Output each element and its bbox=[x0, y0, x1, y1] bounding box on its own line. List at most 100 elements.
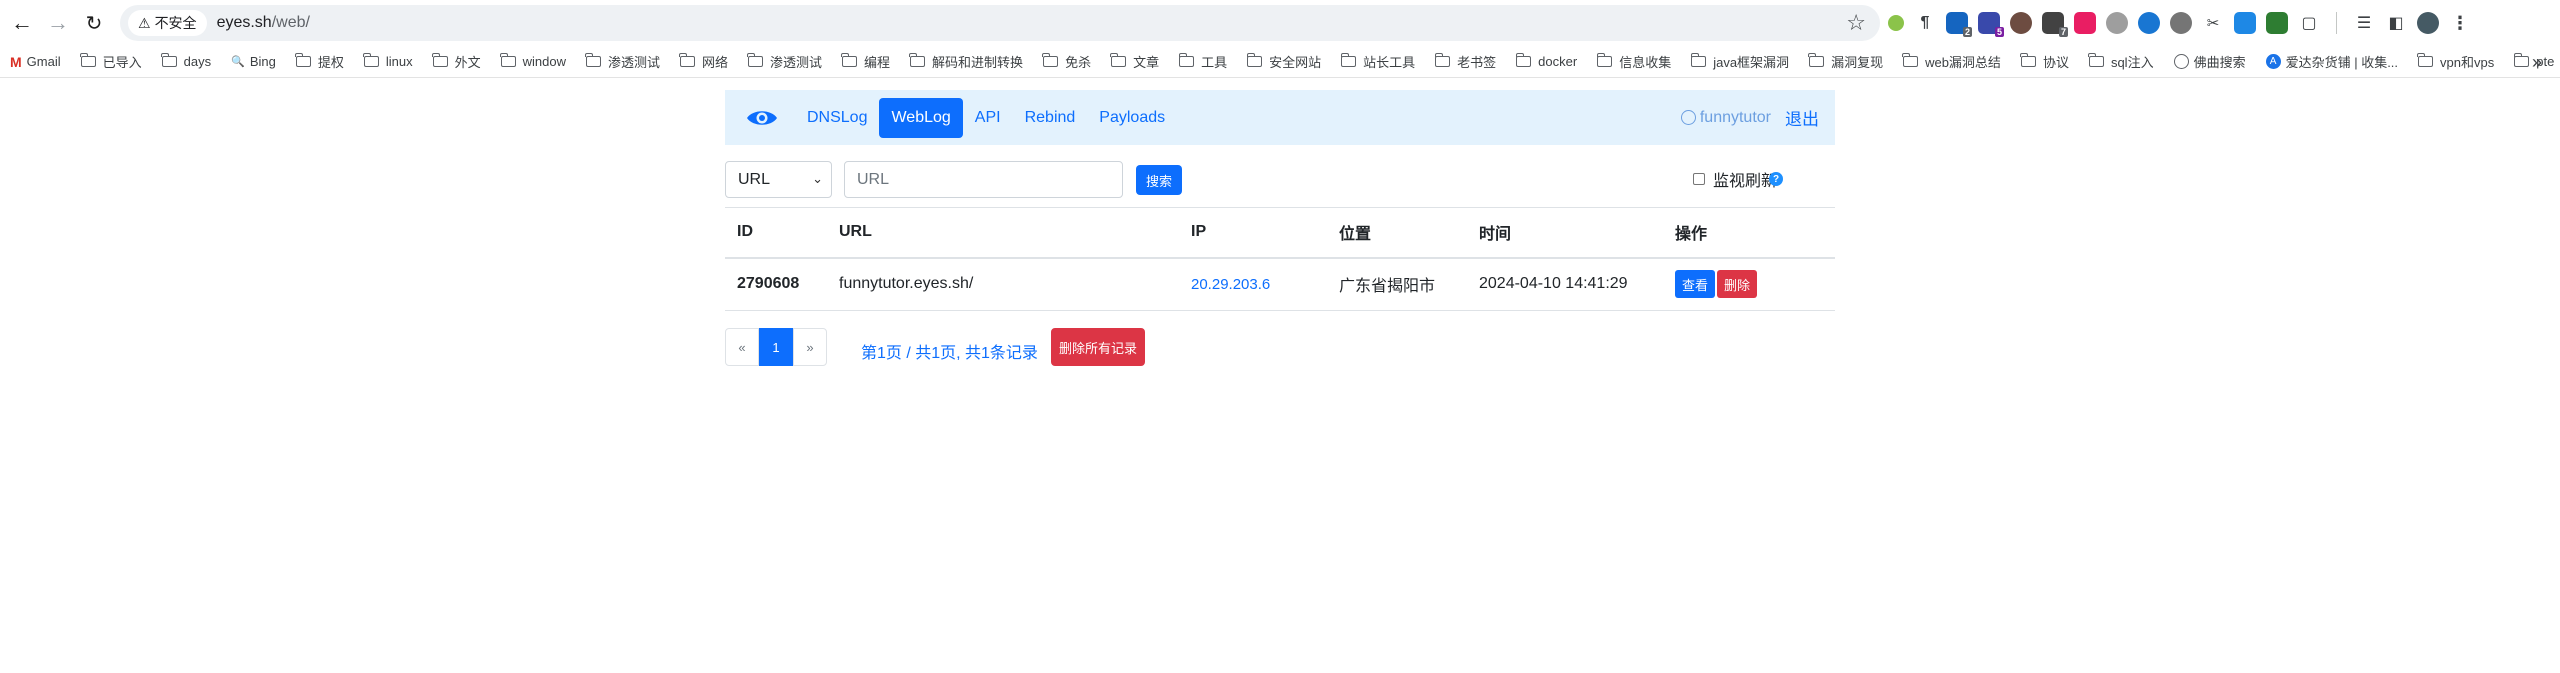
bookmark-item[interactable]: 编程 bbox=[841, 52, 891, 71]
bookmark-item[interactable]: 解码和进制转换 bbox=[909, 52, 1024, 71]
reload-icon[interactable]: ↻ bbox=[74, 3, 114, 43]
bookmark-item[interactable]: java框架漏洞 bbox=[1690, 52, 1789, 71]
pagination: « 1 » bbox=[725, 328, 827, 366]
url-path: /web/ bbox=[271, 14, 310, 31]
help-icon[interactable]: ? bbox=[1769, 172, 1783, 186]
bookmark-item[interactable]: 工具 bbox=[1178, 52, 1227, 71]
table-row: 2790608 funnytutor.eyes.sh/ 20.29.203.6 … bbox=[725, 257, 1835, 311]
extension-person-icon[interactable] bbox=[2170, 12, 2192, 34]
bookmark-item[interactable]: 外文 bbox=[432, 52, 481, 71]
address-bar[interactable]: ⚠ 不安全 eyes.sh/web/ ☆ bbox=[120, 5, 1880, 41]
page-next[interactable]: » bbox=[793, 328, 827, 366]
bookmark-item[interactable]: 提权 bbox=[295, 52, 344, 71]
bookmark-item[interactable]: window bbox=[500, 53, 566, 69]
watch-refresh-label: 监视刷新 bbox=[1712, 173, 1777, 190]
bookmark-label: 解码和进制转换 bbox=[932, 55, 1024, 70]
extension-pilcrow-icon[interactable]: ¶ bbox=[1914, 12, 1936, 34]
extension-scissors-icon[interactable]: ✂ bbox=[2202, 12, 2224, 34]
folder-icon bbox=[1340, 53, 1357, 67]
extension-dark-badge-icon[interactable]: 7 bbox=[2042, 12, 2068, 37]
field-select[interactable]: URL ⌄ bbox=[725, 161, 832, 198]
bookmark-item[interactable]: A 爱达杂货铺 | 收集... bbox=[2265, 52, 2398, 71]
search-button[interactable]: 搜索 bbox=[1136, 165, 1182, 195]
extension-cookie-icon[interactable] bbox=[2010, 12, 2032, 34]
profile-avatar-icon[interactable] bbox=[2417, 12, 2439, 34]
extension-badge-count: 7 bbox=[2058, 27, 2068, 37]
watch-refresh-toggle[interactable]: 监视刷新 bbox=[1692, 167, 1777, 191]
url-text[interactable]: eyes.sh/web/ bbox=[217, 14, 310, 32]
delete-button[interactable]: 删除 bbox=[1717, 270, 1758, 299]
bookmark-item[interactable]: 文章 bbox=[1110, 52, 1159, 71]
extension-green-dot-icon[interactable] bbox=[1888, 15, 1904, 31]
nav-dnslog[interactable]: DNSLog bbox=[795, 98, 879, 138]
extension-gear-badge-icon[interactable]: 5 bbox=[1978, 12, 2004, 37]
extensions-puzzle-icon[interactable]: ▢ bbox=[2298, 12, 2320, 34]
cell-ip[interactable]: 20.29.203.6 bbox=[1179, 257, 1327, 311]
search-input[interactable]: URL bbox=[844, 161, 1123, 198]
security-label: 不安全 bbox=[154, 15, 197, 31]
menu-kebab-icon[interactable]: ⋮ bbox=[2449, 12, 2471, 34]
page-prev[interactable]: « bbox=[725, 328, 759, 366]
bookmark-item[interactable]: 漏洞复现 bbox=[1808, 52, 1884, 71]
bookmark-item[interactable]: 🔍 Bing bbox=[231, 54, 276, 69]
nav-rebind[interactable]: Rebind bbox=[1013, 98, 1088, 138]
bookmark-label: days bbox=[183, 54, 212, 69]
bookmark-item[interactable]: 信息收集 bbox=[1596, 52, 1671, 71]
extension-badge-icon[interactable]: 2 bbox=[1946, 12, 1972, 37]
bookmark-item[interactable]: 网络 bbox=[679, 52, 728, 71]
bookmark-item[interactable]: days bbox=[161, 53, 212, 69]
extension-translate-icon[interactable] bbox=[2234, 12, 2256, 34]
bookmark-item[interactable]: web漏洞总结 bbox=[1902, 52, 2001, 71]
back-arrow-icon[interactable]: ← bbox=[2, 3, 42, 43]
folder-icon bbox=[909, 53, 926, 67]
bookmark-label: 漏洞复现 bbox=[1831, 55, 1884, 70]
reading-list-icon[interactable]: ☰ bbox=[2353, 12, 2375, 34]
bookmark-item[interactable]: 老书签 bbox=[1434, 52, 1496, 71]
bookmark-item[interactable]: docker bbox=[1515, 53, 1577, 69]
bookmark-item[interactable]: sql注入 bbox=[2088, 52, 2154, 71]
delete-all-button[interactable]: 删除所有记录 bbox=[1051, 328, 1146, 366]
nav-weblog[interactable]: WebLog bbox=[879, 97, 963, 138]
bookmark-label: 渗透测试 bbox=[607, 55, 660, 70]
col-url: URL bbox=[827, 207, 1179, 259]
view-button[interactable]: 查看 bbox=[1675, 270, 1716, 299]
folder-icon bbox=[295, 53, 311, 67]
folder-icon bbox=[1434, 53, 1451, 67]
bookmarks-overflow-chevron-icon[interactable]: » bbox=[2532, 52, 2542, 73]
eye-icon[interactable] bbox=[745, 101, 779, 135]
page-current[interactable]: 1 bbox=[759, 328, 793, 366]
nav-api[interactable]: API bbox=[963, 98, 1013, 138]
folder-icon bbox=[1690, 53, 1707, 67]
bookmark-item[interactable]: 站长工具 bbox=[1340, 52, 1415, 71]
bookmark-label: 编程 bbox=[864, 55, 891, 70]
weblog-app: DNSLog WebLog API Rebind Payloads funnyt… bbox=[725, 90, 1835, 371]
nav-payloads[interactable]: Payloads bbox=[1087, 98, 1177, 138]
bookmark-item[interactable]: vpn和vps bbox=[2417, 52, 2494, 71]
bookmark-item[interactable]: 免杀 bbox=[1042, 52, 1092, 71]
folder-icon bbox=[1042, 53, 1059, 67]
bookmark-label: 免杀 bbox=[1065, 55, 1092, 70]
bookmark-item[interactable]: linux bbox=[363, 53, 413, 69]
security-chip[interactable]: ⚠ 不安全 bbox=[128, 10, 207, 36]
bookmark-star-icon[interactable]: ☆ bbox=[1846, 10, 1866, 36]
filter-bar: URL ⌄ URL 搜索 监视刷新 ? bbox=[725, 145, 1835, 207]
extension-badge-count: 2 bbox=[1962, 27, 1972, 37]
extension-eye-icon[interactable] bbox=[2106, 12, 2128, 34]
bookmark-item[interactable]: 协议 bbox=[2020, 52, 2069, 71]
forward-arrow-icon[interactable]: → bbox=[38, 3, 78, 43]
user-menu[interactable]: funnytutor bbox=[1680, 109, 1771, 127]
bookmark-item[interactable]: 已导入 bbox=[80, 52, 142, 71]
bookmark-item[interactable]: 佛曲搜索 bbox=[2173, 52, 2246, 71]
bookmark-item[interactable]: 渗透测试 bbox=[747, 52, 822, 71]
bookmark-item[interactable]: 安全网站 bbox=[1246, 52, 1321, 71]
bookmark-label: Gmail bbox=[26, 54, 61, 69]
watch-refresh-checkbox[interactable] bbox=[1692, 173, 1705, 185]
logout-link[interactable]: 退出 bbox=[1785, 105, 1819, 130]
bookmark-item[interactable]: 渗透测试 bbox=[585, 52, 660, 71]
bookmark-item[interactable]: M Gmail bbox=[10, 54, 61, 70]
extension-pink-icon[interactable] bbox=[2074, 12, 2096, 34]
extension-green-cube-icon[interactable] bbox=[2266, 12, 2288, 34]
side-panel-icon[interactable]: ◧ bbox=[2385, 12, 2407, 34]
extension-blue-globe-icon[interactable] bbox=[2138, 12, 2160, 34]
bookmark-label: linux bbox=[385, 54, 413, 69]
